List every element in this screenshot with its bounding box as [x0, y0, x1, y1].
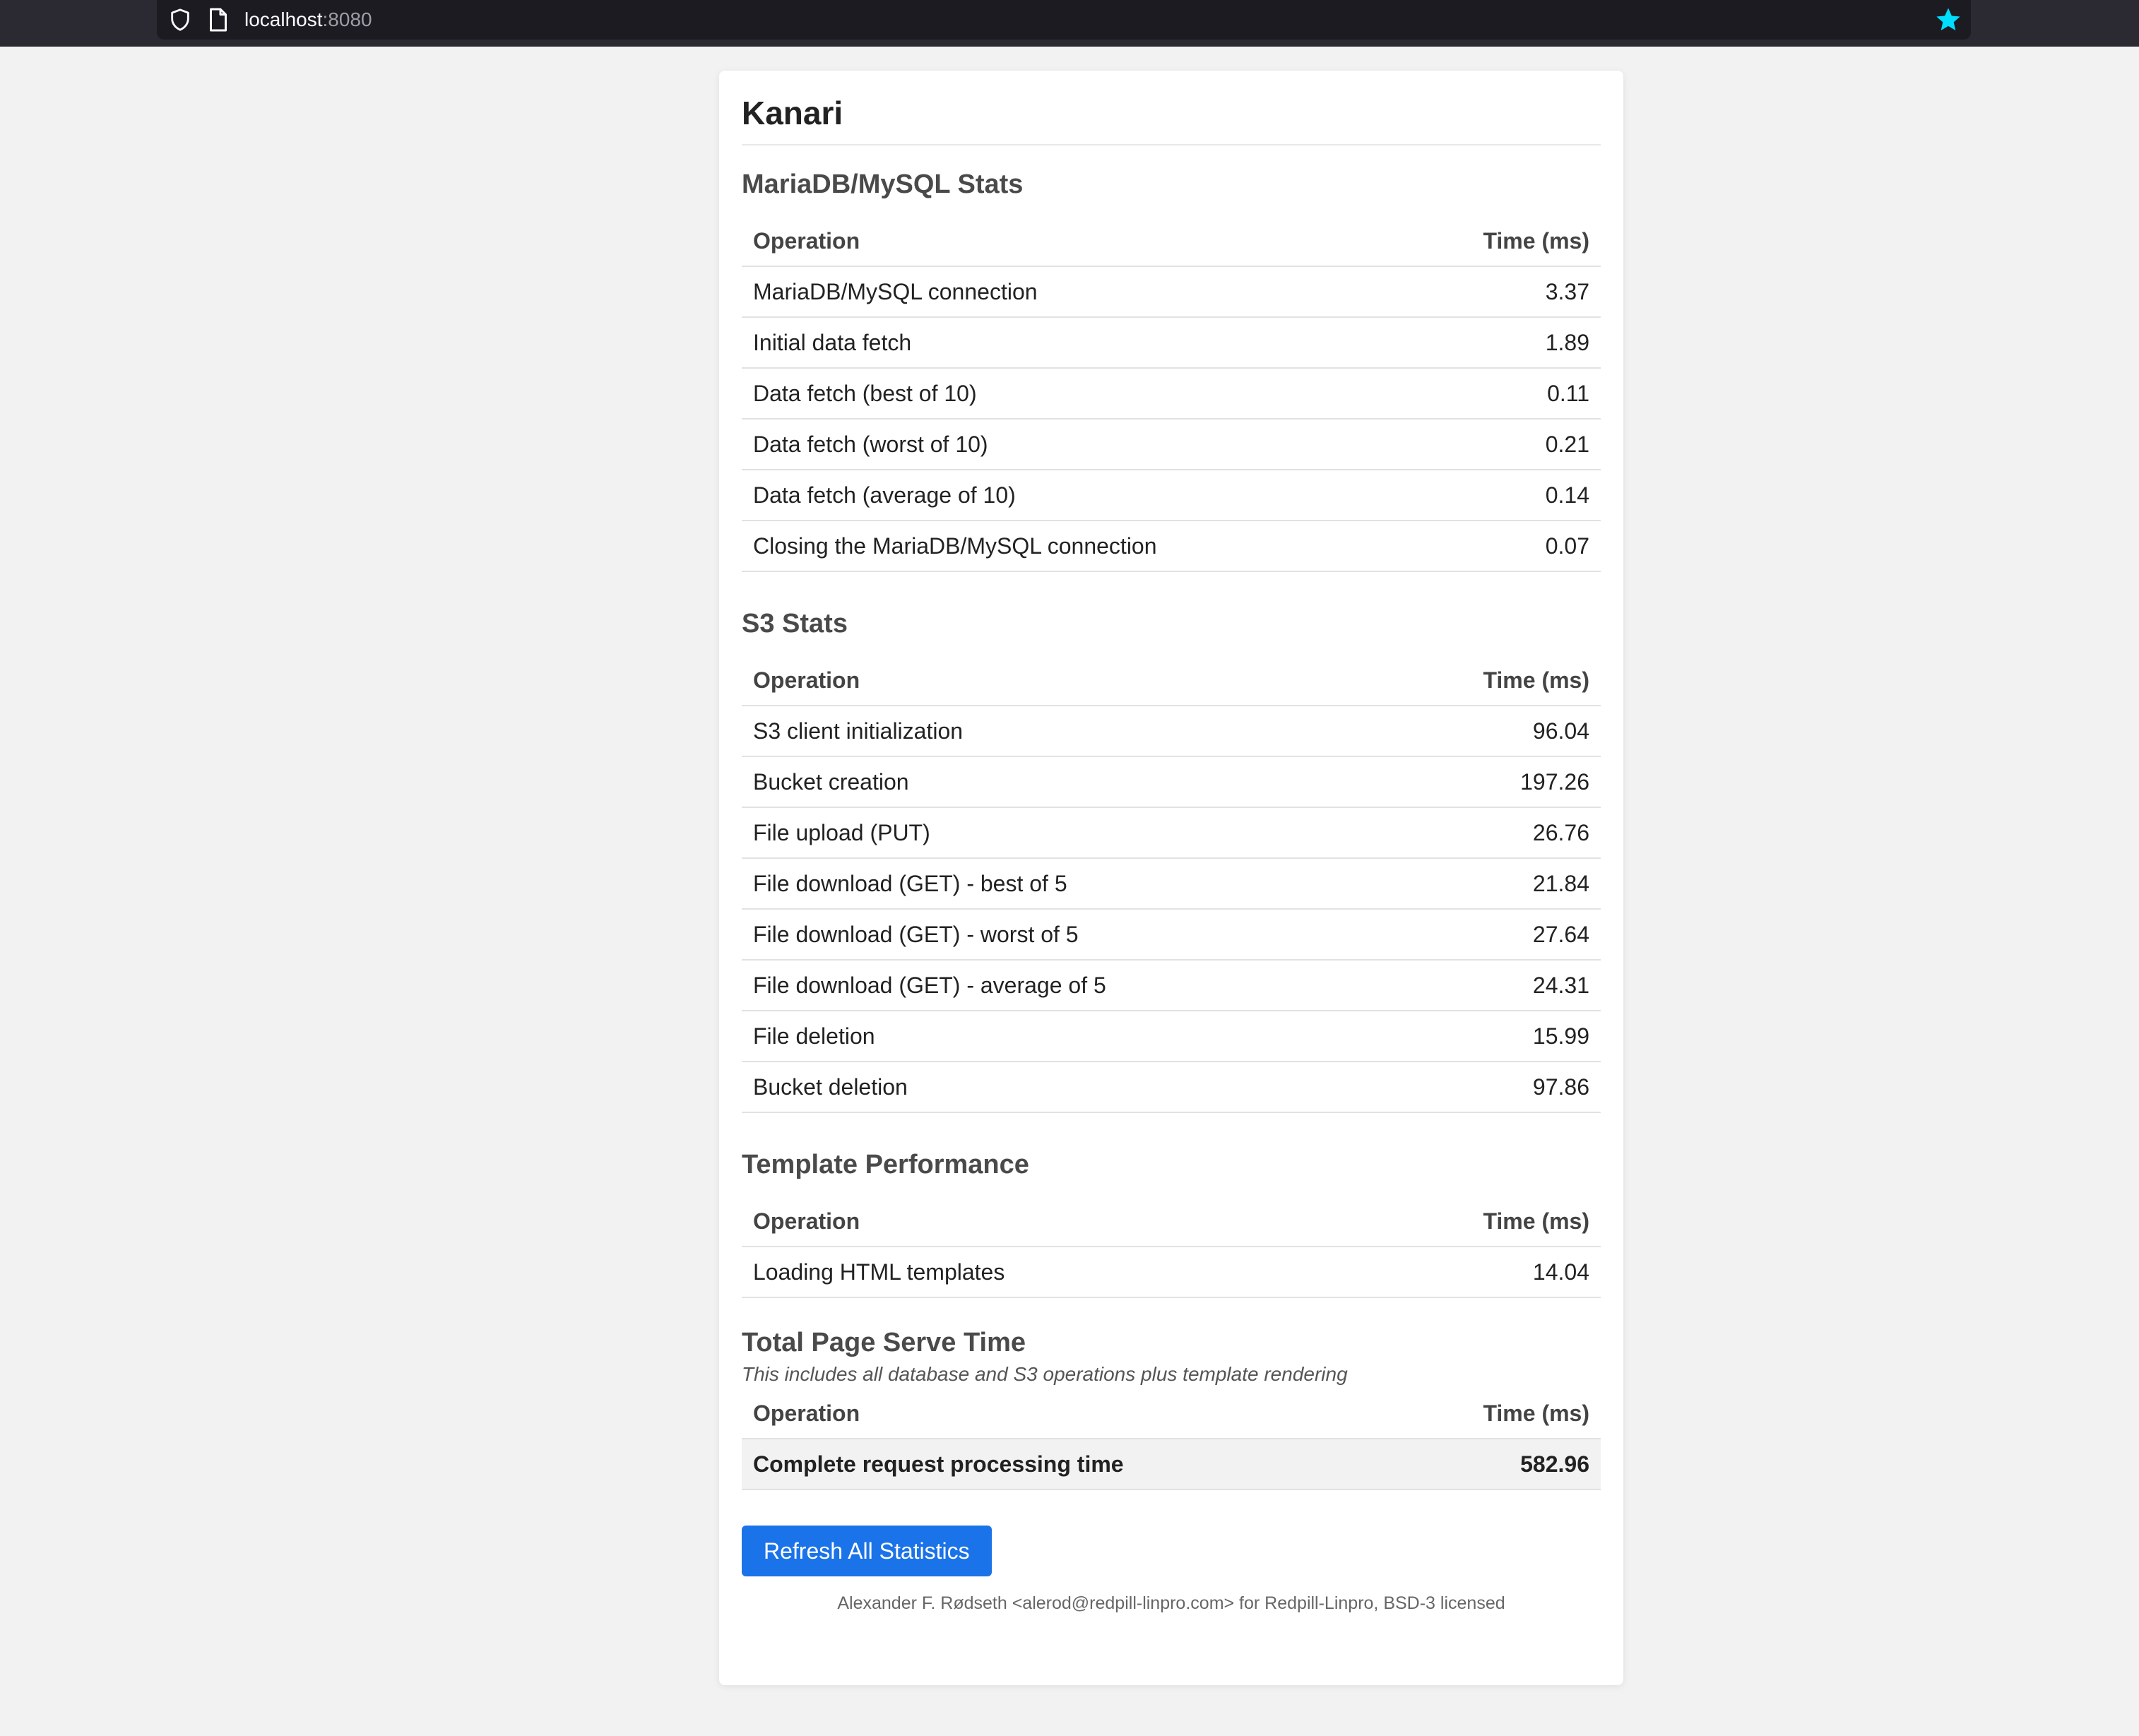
time-cell: 582.96 [1388, 1439, 1601, 1490]
table-row: File download (GET) - worst of 5 27.64 [742, 909, 1601, 961]
time-cell: 0.21 [1401, 419, 1601, 470]
table-header-row: Operation Time (ms) [742, 1196, 1601, 1247]
shield-icon[interactable] [168, 7, 192, 32]
page-icon[interactable] [208, 7, 229, 32]
column-header-operation: Operation [742, 216, 1402, 267]
table-row: MariaDB/MySQL connection 3.37 [742, 266, 1601, 318]
table-row: Bucket deletion 97.86 [742, 1062, 1601, 1113]
time-cell: 26.76 [1381, 807, 1601, 859]
total-row: Complete request processing time 582.96 [742, 1439, 1601, 1490]
table-row: Bucket creation 197.26 [742, 756, 1601, 808]
table-row: Loading HTML templates 14.04 [742, 1247, 1601, 1298]
operation-cell: Initial data fetch [742, 317, 1402, 369]
operation-cell: File download (GET) - worst of 5 [742, 909, 1382, 961]
mariadb-stats-table: Operation Time (ms) MariaDB/MySQL connec… [742, 216, 1601, 572]
column-header-operation: Operation [742, 1389, 1389, 1439]
url-port: :8080 [322, 8, 372, 30]
operation-cell: File deletion [742, 1011, 1382, 1062]
time-cell: 15.99 [1381, 1011, 1601, 1062]
time-cell: 197.26 [1381, 756, 1601, 808]
operation-cell: Bucket creation [742, 756, 1382, 808]
footer-credit: Alexander F. Rødseth <alerod@redpill-lin… [837, 1593, 1505, 1613]
section-title-template: Template Performance [742, 1150, 1029, 1179]
table-row: S3 client initialization 96.04 [742, 706, 1601, 757]
section-title-s3: S3 Stats [742, 609, 848, 638]
table-row: File deletion 15.99 [742, 1011, 1601, 1062]
time-cell: 21.84 [1381, 858, 1601, 910]
table-header-row: Operation Time (ms) [742, 655, 1601, 706]
table-header-row: Operation Time (ms) [742, 1389, 1601, 1439]
column-header-time: Time (ms) [1401, 216, 1601, 267]
section-title-mariadb: MariaDB/MySQL Stats [742, 170, 1024, 199]
operation-cell: File download (GET) - average of 5 [742, 960, 1382, 1011]
time-cell: 3.37 [1401, 266, 1601, 318]
table-row: File download (GET) - average of 5 24.31 [742, 960, 1601, 1011]
table-row: Data fetch (worst of 10) 0.21 [742, 419, 1601, 470]
total-note: This includes all database and S3 operat… [742, 1363, 1348, 1385]
operation-cell: Complete request processing time [742, 1439, 1389, 1490]
refresh-all-statistics-button[interactable]: Refresh All Statistics [742, 1526, 992, 1576]
stats-card: Kanari MariaDB/MySQL Stats Operation Tim… [719, 71, 1623, 1685]
time-cell: 0.14 [1401, 470, 1601, 521]
page-title: Kanari [742, 71, 1601, 145]
url-host: localhost [244, 8, 323, 30]
time-cell: 0.11 [1401, 368, 1601, 420]
table-row: Closing the MariaDB/MySQL connection 0.07 [742, 521, 1601, 572]
url-text[interactable]: localhost:8080 [244, 7, 372, 32]
table-row: Initial data fetch 1.89 [742, 317, 1601, 369]
table-row: Data fetch (best of 10) 0.11 [742, 368, 1601, 420]
section-title-total: Total Page Serve Time [742, 1328, 1026, 1357]
table-row: Data fetch (average of 10) 0.14 [742, 470, 1601, 521]
operation-cell: Data fetch (worst of 10) [742, 419, 1402, 470]
browser-toolbar: localhost:8080 [0, 0, 2139, 47]
operation-cell: Loading HTML templates [742, 1247, 1327, 1298]
time-cell: 96.04 [1381, 706, 1601, 757]
operation-cell: MariaDB/MySQL connection [742, 266, 1402, 318]
table-header-row: Operation Time (ms) [742, 216, 1601, 267]
time-cell: 27.64 [1381, 909, 1601, 961]
operation-cell: Data fetch (best of 10) [742, 368, 1402, 420]
column-header-time: Time (ms) [1381, 655, 1601, 706]
time-cell: 1.89 [1401, 317, 1601, 369]
column-header-time: Time (ms) [1326, 1196, 1601, 1247]
column-header-time: Time (ms) [1388, 1389, 1601, 1439]
url-bar[interactable]: localhost:8080 [157, 0, 1971, 40]
time-cell: 97.86 [1381, 1062, 1601, 1113]
column-header-operation: Operation [742, 655, 1382, 706]
time-cell: 14.04 [1326, 1247, 1601, 1298]
template-stats-table: Operation Time (ms) Loading HTML templat… [742, 1196, 1601, 1298]
s3-stats-table: Operation Time (ms) S3 client initializa… [742, 655, 1601, 1113]
operation-cell: File download (GET) - best of 5 [742, 858, 1382, 910]
table-row: File upload (PUT) 26.76 [742, 807, 1601, 859]
time-cell: 0.07 [1401, 521, 1601, 572]
operation-cell: File upload (PUT) [742, 807, 1382, 859]
time-cell: 24.31 [1381, 960, 1601, 1011]
operation-cell: S3 client initialization [742, 706, 1382, 757]
table-row: File download (GET) - best of 5 21.84 [742, 858, 1601, 910]
operation-cell: Bucket deletion [742, 1062, 1382, 1113]
column-header-operation: Operation [742, 1196, 1327, 1247]
operation-cell: Closing the MariaDB/MySQL connection [742, 521, 1402, 572]
total-stats-table: Operation Time (ms) Complete request pro… [742, 1389, 1601, 1490]
operation-cell: Data fetch (average of 10) [742, 470, 1402, 521]
bookmark-star-icon[interactable] [1934, 6, 1962, 34]
